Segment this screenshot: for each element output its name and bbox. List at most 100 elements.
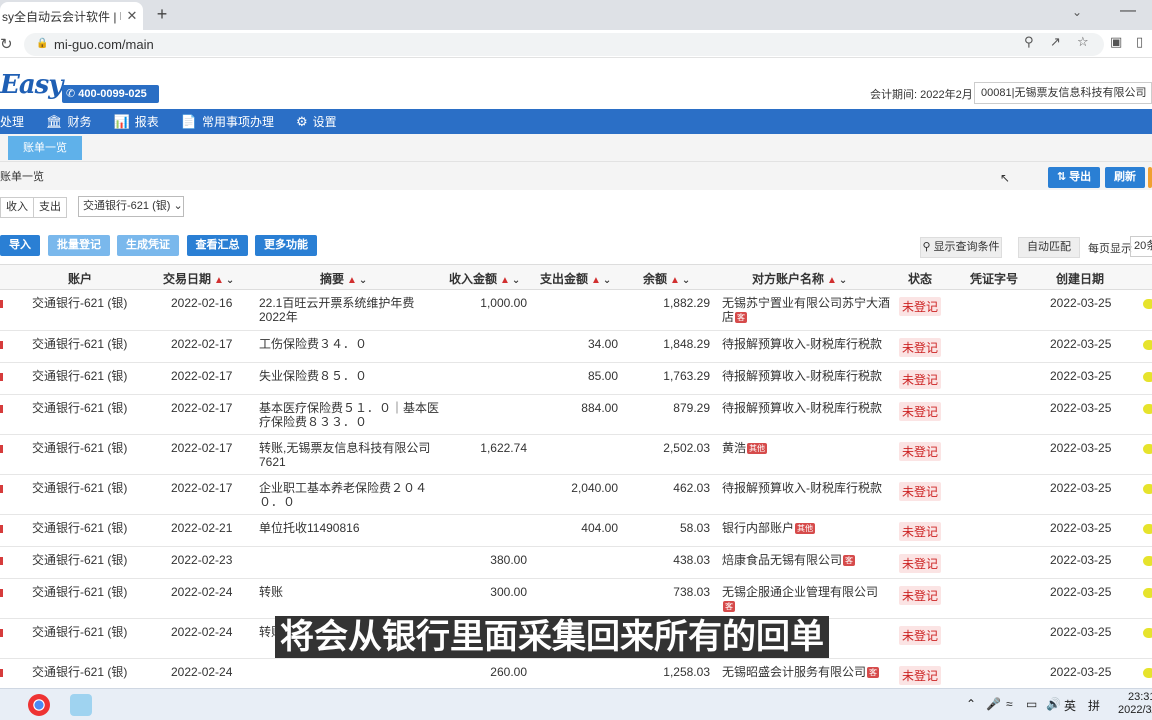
menu-item-finance[interactable]: 🏛 财务: [46, 113, 92, 130]
row-toggle[interactable]: [1143, 556, 1152, 566]
sort-asc-icon[interactable]: ▲: [670, 275, 680, 286]
import-button[interactable]: 导入: [0, 235, 40, 256]
refresh-button[interactable]: 刷新: [1105, 167, 1145, 188]
url-text[interactable]: mi-guo.com/main: [54, 37, 154, 52]
row-toggle[interactable]: [1143, 444, 1152, 454]
sidebar-icon[interactable]: ▯: [1136, 34, 1143, 50]
table-row[interactable]: 交通银行-621 (银) 2022-02-17 基本医疗保险费５１．０｜基本医疗保险…: [0, 395, 1152, 435]
row-toggle[interactable]: [1143, 404, 1152, 414]
ime-mode[interactable]: 拼: [1088, 697, 1100, 714]
bank-account-select[interactable]: 交通银行-621 (银) ⌄: [78, 196, 184, 217]
volume-icon[interactable]: 🔊: [1046, 697, 1061, 711]
bookmark-star-icon[interactable]: ☆: [1077, 34, 1089, 50]
chevron-up-icon[interactable]: ⌃: [966, 697, 976, 711]
chevron-down-icon[interactable]: ⌄: [1072, 5, 1082, 19]
more-functions-button[interactable]: 更多功能: [255, 235, 317, 256]
sort-desc-icon[interactable]: ⌄: [682, 275, 690, 286]
table-row[interactable]: 交通银行-621 (银) 2022-02-17 失业保险费８５．０ 85.00 1,76…: [0, 363, 1152, 395]
row-toggle[interactable]: [1143, 372, 1152, 382]
new-tab-button[interactable]: +: [151, 4, 173, 26]
status-badge[interactable]: 未登记: [899, 522, 942, 541]
status-badge[interactable]: 未登记: [899, 626, 942, 645]
app-icon[interactable]: [70, 694, 92, 716]
sort-asc-icon[interactable]: ▲: [214, 275, 224, 286]
status-badge[interactable]: 未登记: [899, 297, 942, 316]
menu-item-common-tasks[interactable]: 📄 常用事项办理: [181, 113, 274, 130]
show-query-options-button[interactable]: ⚲ 显示查询条件: [920, 237, 1002, 258]
company-select[interactable]: 00081|无锡票友信息科技有限公司 ▾: [974, 82, 1152, 104]
row-toggle[interactable]: [1143, 340, 1152, 350]
sort-desc-icon[interactable]: ⌄: [839, 275, 847, 286]
generate-voucher-button[interactable]: 生成凭证: [117, 235, 179, 256]
zoom-icon[interactable]: ⚲: [1024, 34, 1034, 50]
row-toggle[interactable]: [1143, 524, 1152, 534]
extensions-icon[interactable]: ▣: [1110, 34, 1122, 50]
network-icon[interactable]: ≈: [1006, 697, 1013, 711]
table-row[interactable]: 交通银行-621 (银) 2022-02-16 22.1百旺云开票系统维护年费202…: [0, 290, 1152, 331]
col-expense[interactable]: 支出金额 ▲ ⌄: [540, 270, 611, 287]
batch-register-button[interactable]: 批量登记: [48, 235, 110, 256]
url-box[interactable]: 🔒 mi-guo.com/main: [24, 33, 1104, 56]
minimize-icon[interactable]: —: [1120, 2, 1136, 20]
table-row[interactable]: 交通银行-621 (银) 2022-02-24 转账 300.00 738.03 无锡企服…: [0, 579, 1152, 619]
row-toggle[interactable]: [1143, 299, 1152, 309]
tab-bill-overview[interactable]: 账单一览: [8, 136, 82, 160]
status-badge[interactable]: 未登记: [899, 370, 942, 389]
microphone-icon[interactable]: 🎤: [986, 697, 1001, 711]
sort-asc-icon[interactable]: ▲: [827, 275, 837, 286]
col-date[interactable]: 交易日期 ▲ ⌄: [163, 270, 234, 287]
sort-desc-icon[interactable]: ⌄: [603, 275, 611, 286]
col-income[interactable]: 收入金额 ▲ ⌄: [449, 270, 520, 287]
export-label: 导出: [1069, 171, 1092, 183]
cell-balance: 438.03: [673, 553, 710, 567]
cell-balance: 879.29: [673, 401, 710, 415]
sort-asc-icon[interactable]: ▲: [347, 275, 357, 286]
row-toggle[interactable]: [1143, 668, 1152, 678]
col-summary[interactable]: 摘要 ▲ ⌄: [320, 270, 367, 287]
page-size-select[interactable]: 20条: [1130, 236, 1152, 257]
sort-asc-icon[interactable]: ▲: [591, 275, 601, 286]
cell-date: 2022-02-24: [171, 585, 233, 599]
export-button[interactable]: ⇅ 导出: [1048, 167, 1100, 188]
filter-income[interactable]: 收入: [1, 198, 34, 217]
table-row[interactable]: 交通银行-621 (银) 2022-02-17 企业职工基本养老保险费２０４０．０ 2…: [0, 475, 1152, 515]
status-badge[interactable]: 未登记: [899, 338, 942, 357]
sort-desc-icon[interactable]: ⌄: [226, 275, 234, 286]
status-badge[interactable]: 未登记: [899, 442, 942, 461]
status-badge[interactable]: 未登记: [899, 482, 942, 501]
close-tab-icon[interactable]: ✕: [121, 8, 143, 24]
display-icon[interactable]: ▭: [1026, 697, 1037, 711]
sort-desc-icon[interactable]: ⌄: [359, 275, 367, 286]
ime-language[interactable]: 英: [1064, 697, 1076, 714]
share-icon[interactable]: ↗: [1050, 34, 1061, 50]
table-row[interactable]: 交通银行-621 (银) 2022-02-24 260.00 1,258.03 无锡昭盛…: [0, 659, 1152, 691]
os-taskbar: ⌃ 🎤 ≈ ▭ 🔊 英 拼 23:31 2022/3/: [0, 688, 1152, 720]
auto-match-button[interactable]: 自动匹配: [1018, 237, 1080, 258]
cell-date: 2022-02-17: [171, 441, 233, 455]
table-row[interactable]: 交通银行-621 (银) 2022-02-17 转账,无锡票友信息科技有限公司762…: [0, 435, 1152, 475]
browser-tab[interactable]: sy全自动云会计软件 | 唯易 ✕: [0, 2, 143, 30]
status-badge[interactable]: 未登记: [899, 666, 942, 685]
table-row[interactable]: 交通银行-621 (银) 2022-02-23 380.00 438.03 焙康食品无锡…: [0, 547, 1152, 579]
reload-icon[interactable]: ↻: [0, 35, 13, 53]
system-clock[interactable]: 23:31 2022/3/: [1118, 691, 1152, 717]
view-summary-button[interactable]: 查看汇总: [187, 235, 248, 256]
table-row[interactable]: 交通银行-621 (银) 2022-02-17 工伤保险费３４．０ 34.00 1,84…: [0, 331, 1152, 363]
menu-item-reports[interactable]: 📊 报表: [114, 113, 159, 130]
status-badge[interactable]: 未登记: [899, 554, 942, 573]
row-toggle[interactable]: [1143, 588, 1152, 598]
menu-item-settings[interactable]: ⚙ 设置: [296, 113, 337, 130]
status-badge[interactable]: 未登记: [899, 402, 942, 421]
row-toggle[interactable]: [1143, 628, 1152, 638]
row-toggle[interactable]: [1143, 484, 1152, 494]
sort-asc-icon[interactable]: ▲: [500, 275, 510, 286]
sort-desc-icon[interactable]: ⌄: [512, 275, 520, 286]
chrome-icon[interactable]: [28, 694, 50, 716]
col-counterparty[interactable]: 对方账户名称 ▲ ⌄: [752, 270, 847, 287]
extra-button[interactable]: [1148, 167, 1152, 188]
table-row[interactable]: 交通银行-621 (银) 2022-02-21 单位托收11490816 404.00…: [0, 515, 1152, 547]
status-badge[interactable]: 未登记: [899, 586, 942, 605]
filter-expense[interactable]: 支出: [34, 198, 66, 217]
col-balance[interactable]: 余额 ▲ ⌄: [643, 270, 690, 287]
menu-item-process[interactable]: 处理: [0, 113, 24, 130]
